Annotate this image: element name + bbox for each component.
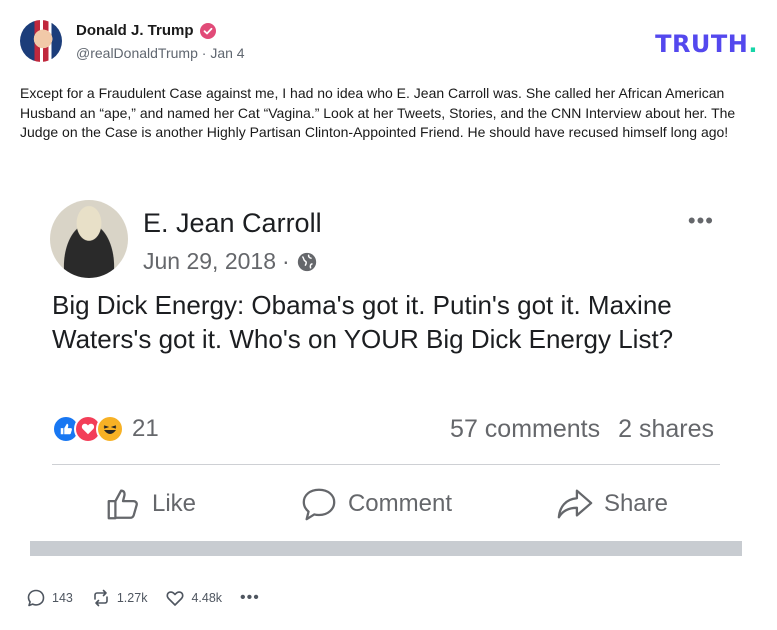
post-date[interactable]: Jan 4 xyxy=(210,45,244,61)
shares-count: 2 shares xyxy=(618,415,714,443)
embedded-like-action: Like xyxy=(104,485,196,523)
embedded-date: Jun 29, 2018 xyxy=(143,248,277,274)
post-text: Except for a Fraudulent Case against me,… xyxy=(20,85,736,140)
like-count: 4.48k xyxy=(191,591,223,605)
retruth-count: 1.27k xyxy=(116,591,148,605)
embedded-bottom-bar xyxy=(30,541,742,556)
embedded-more-icon: ••• xyxy=(687,208,714,233)
embedded-screenshot[interactable]: E. Jean Carroll Jun 29, 2018 · ••• Big D… xyxy=(30,188,742,558)
embedded-share-action: Share xyxy=(556,485,668,523)
logo-text: TRUTH xyxy=(655,30,749,58)
heart-icon xyxy=(166,591,184,606)
truth-logo[interactable]: TRUTH. xyxy=(655,30,758,58)
author-name-line: Donald J. Trump xyxy=(76,22,245,39)
embedded-author-avatar xyxy=(50,200,128,278)
comment-bubble-icon xyxy=(302,488,336,521)
like-label: Like xyxy=(151,490,196,517)
author-meta: @realDonaldTrump · Jan 4 xyxy=(76,45,245,61)
verified-badge-icon xyxy=(199,22,216,39)
globe-icon xyxy=(297,252,316,271)
embedded-comment-action: Comment xyxy=(300,485,452,523)
reply-count: 143 xyxy=(52,591,73,605)
author-avatar[interactable] xyxy=(20,20,62,62)
author-info: Donald J. Trump @realDonaldTrump · Jan 4 xyxy=(76,22,245,61)
retruth-icon xyxy=(94,589,108,607)
like-button[interactable]: 4.48k xyxy=(165,588,222,608)
embedded-date-line: Jun 29, 2018 · xyxy=(143,248,318,275)
share-label: Share xyxy=(603,490,668,517)
embedded-author-name: E. Jean Carroll xyxy=(143,208,322,238)
reaction-count: 21 xyxy=(132,415,159,442)
embedded-body: Big Dick Energy: Obama's got it. Putin's… xyxy=(52,290,674,354)
reply-button[interactable]: 143 xyxy=(26,588,73,608)
share-arrow-icon xyxy=(557,489,593,519)
reply-icon xyxy=(27,589,45,607)
thumbs-up-icon xyxy=(107,489,138,520)
post-actions: 143 1.27k 4.48k ••• xyxy=(26,588,260,608)
meta-separator: · xyxy=(201,45,207,61)
comment-label: Comment xyxy=(347,490,452,517)
post-header: Donald J. Trump @realDonaldTrump · Jan 4… xyxy=(20,18,760,68)
embedded-action-bar: Like Comment Share xyxy=(52,482,720,526)
more-options-icon[interactable]: ••• xyxy=(240,589,260,607)
author-name[interactable]: Donald J. Trump xyxy=(76,22,194,39)
embedded-divider xyxy=(52,464,720,465)
logo-dot: . xyxy=(748,30,758,58)
retruth-button[interactable]: 1.27k xyxy=(91,588,148,608)
haha-reaction-icon xyxy=(96,415,124,443)
reactions-summary: 21 xyxy=(52,415,159,443)
author-handle[interactable]: @realDonaldTrump xyxy=(76,45,198,61)
engagement-stats: 57 comments 2 shares xyxy=(450,415,714,444)
embedded-date-separator: · xyxy=(282,248,290,274)
comments-count: 57 comments xyxy=(450,415,601,443)
